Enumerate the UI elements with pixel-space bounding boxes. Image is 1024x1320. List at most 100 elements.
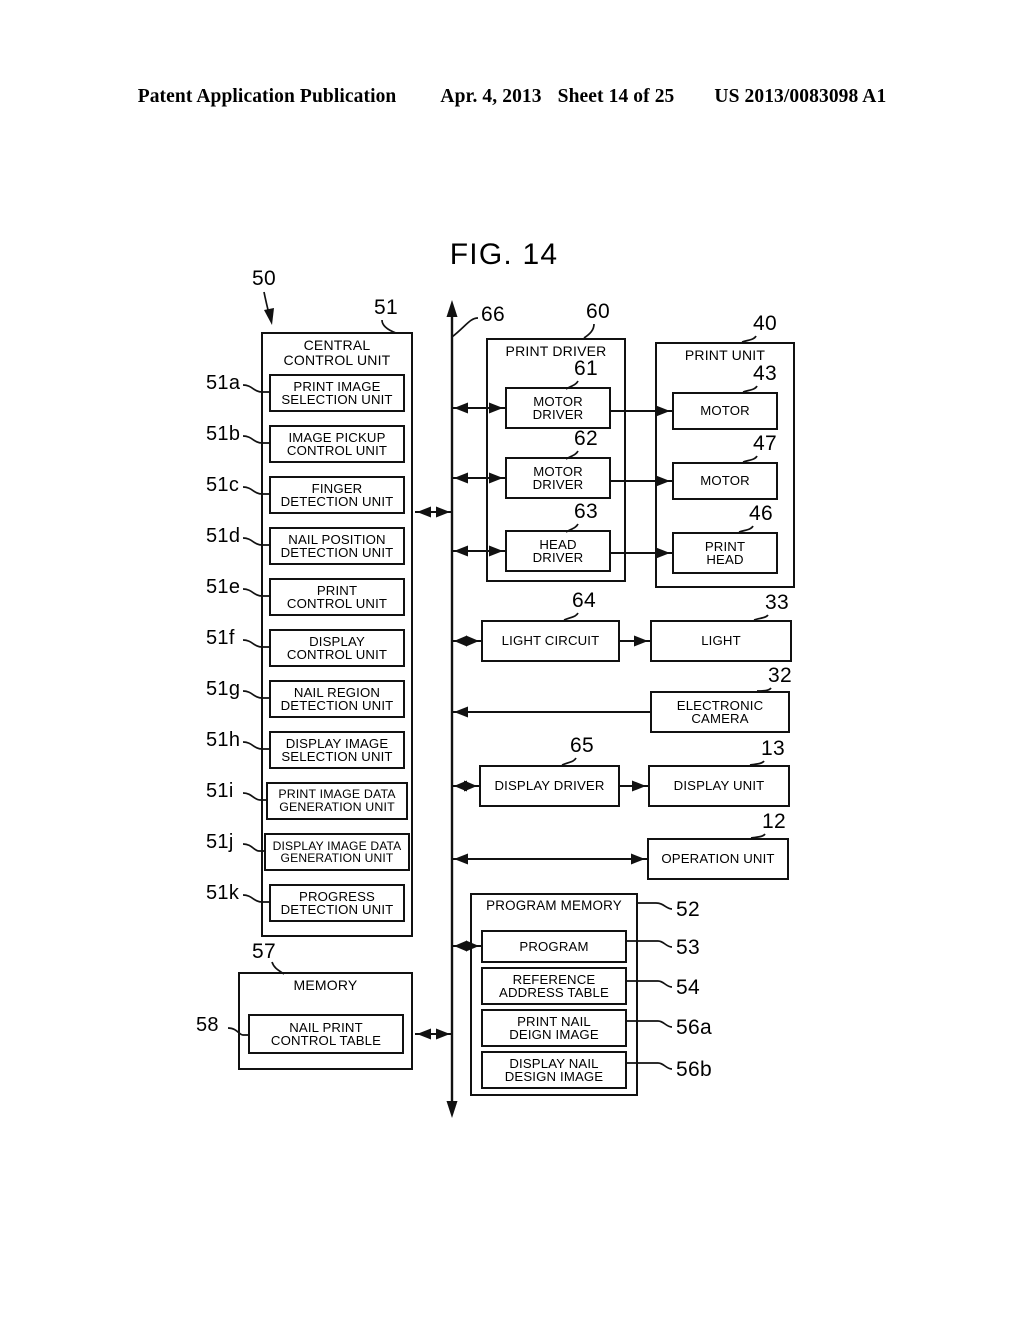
display-driver-arrow-left: [454, 780, 467, 792]
leader-66: [451, 317, 479, 338]
ref-12: 12: [762, 810, 786, 833]
progress-detection-unit: PROGRESS DETECTION UNIT: [269, 884, 405, 922]
ref-56b: 56b: [676, 1058, 712, 1081]
memory-bus-arrow-right: [436, 1028, 450, 1040]
motor-driver-2: MOTOR DRIVER: [505, 457, 611, 499]
ref-51a: 51a: [206, 372, 241, 394]
motor-driver-1-arrow-left: [454, 402, 468, 414]
display-nail-design-image: DISPLAY NAIL DESIGN IMAGE: [481, 1051, 627, 1089]
ref-51f: 51f: [206, 627, 235, 649]
leader-60: [583, 323, 595, 339]
bus-arrow-down: [446, 1101, 458, 1118]
bus-arrow-up: [446, 300, 458, 317]
ref-52: 52: [676, 898, 700, 921]
ref-40: 40: [753, 312, 777, 335]
ref-51g: 51g: [206, 678, 241, 700]
central-control-unit-title: CENTRAL CONTROL UNIT: [283, 337, 391, 368]
sheet-number: Sheet 14 of 25: [557, 86, 675, 107]
print-head: PRINT HEAD: [672, 532, 778, 574]
leader-65: [561, 757, 577, 766]
ref-50: 50: [252, 267, 276, 290]
light-arrow: [634, 635, 648, 647]
ref-56a: 56a: [676, 1016, 712, 1039]
figure-title: FIG. 14: [0, 238, 1024, 272]
publication-date: Apr. 4, 2013: [440, 86, 542, 107]
memory-bus-arrow-left: [417, 1028, 431, 1040]
display-image-data-generation-unit: DISPLAY IMAGE DATA GENERATION UNIT: [264, 833, 410, 871]
print-image-selection-unit: PRINT IMAGE SELECTION UNIT: [269, 374, 405, 412]
publication-label: Patent Application Publication: [137, 86, 397, 107]
ref-51k: 51k: [206, 882, 240, 904]
ref-51b: 51b: [206, 423, 241, 445]
publication-header: Patent Application Publication Apr. 4, 2…: [0, 86, 1024, 108]
motor-1: MOTOR: [672, 392, 778, 430]
ref-51h: 51h: [206, 729, 241, 751]
leader-50: [263, 291, 271, 319]
ccu-bus-arrow-left: [417, 506, 431, 518]
ref-13: 13: [761, 737, 785, 760]
ref-47: 47: [753, 432, 777, 455]
light-circuit: LIGHT CIRCUIT: [481, 620, 620, 662]
nail-print-control-table: NAIL PRINT CONTROL TABLE: [248, 1014, 404, 1054]
ref-62: 62: [574, 427, 598, 450]
ref-51d: 51d: [206, 525, 241, 547]
ref-33: 33: [765, 591, 789, 614]
display-unit: DISPLAY UNIT: [648, 765, 790, 807]
camera-bus-arrow-left: [454, 706, 468, 718]
motor-driver-2-arrow-left: [454, 472, 468, 484]
ref-46: 46: [749, 502, 773, 525]
ref-51j: 51j: [206, 831, 234, 853]
head-driver: HEAD DRIVER: [505, 530, 611, 572]
leader-64: [563, 612, 579, 621]
ref-32: 32: [768, 664, 792, 687]
ref-60: 60: [586, 300, 610, 323]
print-unit-title: PRINT UNIT: [684, 347, 766, 363]
ref-61: 61: [574, 357, 598, 380]
ref-51i: 51i: [206, 780, 234, 802]
head-driver-arrow-left: [454, 545, 468, 557]
motor-driver-1: MOTOR DRIVER: [505, 387, 611, 429]
ref-54: 54: [676, 976, 700, 999]
operation-unit-arrow-left: [454, 853, 468, 865]
memory-title: MEMORY: [293, 977, 358, 993]
nail-position-detection-unit: NAIL POSITION DETECTION UNIT: [269, 527, 405, 565]
patent-number: US 2013/0083098 A1: [714, 86, 887, 107]
light-circuit-arrow-right: [466, 635, 479, 647]
image-pickup-control-unit: IMAGE PICKUP CONTROL UNIT: [269, 425, 405, 463]
reference-address-table: REFERENCE ADDRESS TABLE: [481, 967, 627, 1005]
operation-unit-arrow: [631, 853, 645, 865]
light-circuit-arrow-left: [454, 635, 467, 647]
ref-58: 58: [196, 1014, 219, 1036]
display-unit-arrow: [632, 780, 646, 792]
leader-50-arrowhead: [264, 308, 274, 325]
ref-53: 53: [676, 936, 700, 959]
ref-64: 64: [572, 589, 596, 612]
leader-52: [638, 902, 673, 910]
program: PROGRAM: [481, 930, 627, 963]
motor-2: MOTOR: [672, 462, 778, 500]
program-memory-title: PROGRAM MEMORY: [486, 898, 622, 913]
display-driver-arrow-right: [464, 780, 477, 792]
finger-detection-unit: FINGER DETECTION UNIT: [269, 476, 405, 514]
operation-unit: OPERATION UNIT: [647, 838, 789, 880]
print-control-unit: PRINT CONTROL UNIT: [269, 578, 405, 616]
program-memory-arrow-left: [454, 940, 467, 952]
light: LIGHT: [650, 620, 792, 662]
print-image-data-generation-unit: PRINT IMAGE DATA GENERATION UNIT: [266, 782, 408, 820]
ref-43: 43: [753, 362, 777, 385]
ref-51e: 51e: [206, 576, 241, 598]
ref-51c: 51c: [206, 474, 240, 496]
ccu-bus-arrow-right: [436, 506, 450, 518]
ref-66: 66: [481, 303, 505, 326]
display-driver: DISPLAY DRIVER: [479, 765, 620, 807]
figure-title-text: FIG. 14: [449, 238, 559, 271]
display-control-unit: DISPLAY CONTROL UNIT: [269, 629, 405, 667]
patent-figure-page: Patent Application Publication Apr. 4, 2…: [0, 0, 1024, 1320]
ref-57: 57: [252, 940, 276, 963]
nail-region-detection-unit: NAIL REGION DETECTION UNIT: [269, 680, 405, 718]
electronic-camera: ELECTRONIC CAMERA: [650, 691, 790, 733]
display-image-selection-unit: DISPLAY IMAGE SELECTION UNIT: [269, 731, 405, 769]
ref-51: 51: [374, 296, 398, 319]
ref-63: 63: [574, 500, 598, 523]
print-nail-design-image: PRINT NAIL DEIGN IMAGE: [481, 1009, 627, 1047]
